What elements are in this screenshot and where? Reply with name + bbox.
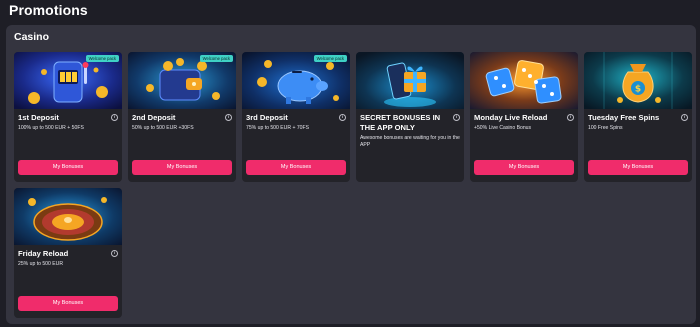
card-title: Friday Reload (18, 249, 69, 258)
roulette-image (14, 188, 122, 245)
my-bonuses-button[interactable]: My Bonuses (588, 160, 688, 175)
section-title: Casino (14, 31, 50, 43)
card-description: 50% up to 500 EUR +30FS (132, 125, 194, 131)
info-icon[interactable]: i (453, 114, 460, 121)
card-description: 25% up to 500 EUR (18, 261, 64, 267)
card-title: 1st Deposit (18, 113, 59, 122)
card-title: Monday Live Reload (474, 113, 548, 122)
welcome-pack-badge: Welcome pack (85, 55, 119, 62)
info-icon[interactable]: i (339, 114, 346, 121)
my-bonuses-button[interactable]: My Bonuses (132, 160, 232, 175)
promo-card-secret-bonuses[interactable]: SECRET BONUSES IN THE APP ONLY i Awesome… (356, 52, 464, 182)
my-bonuses-button[interactable]: My Bonuses (474, 160, 574, 175)
info-icon[interactable]: i (111, 114, 118, 121)
dice-image (470, 52, 578, 109)
promo-card-monday-live-reload[interactable]: Monday Live Reload i +50% Live Casino Bo… (470, 52, 578, 182)
card-description: +50% Live Casino Bonus (474, 125, 532, 131)
promo-card-3rd-deposit[interactable]: Welcome pack 3rd Deposit i 75% up to 500… (242, 52, 350, 182)
svg-text:$: $ (635, 85, 641, 95)
info-icon[interactable]: i (111, 250, 118, 257)
page-title: Promotions (9, 2, 88, 18)
promo-card-tuesday-free-spins[interactable]: $ Tuesday Free Spins i 100 Free Spins My… (584, 52, 692, 182)
card-title: SECRET BONUSES IN THE APP ONLY (360, 113, 441, 132)
welcome-pack-badge: Welcome pack (199, 55, 233, 62)
card-title: Tuesday Free Spins (588, 113, 660, 122)
card-description: 100% up to 500 EUR + 50FS (18, 125, 84, 131)
my-bonuses-button[interactable]: My Bonuses (18, 160, 118, 175)
info-icon[interactable]: i (567, 114, 574, 121)
promo-card-2nd-deposit[interactable]: Welcome pack 2nd Deposit i 50% up to 500… (128, 52, 236, 182)
card-description: 75% up to 500 EUR + 70FS (246, 125, 310, 131)
card-title: 2nd Deposit (132, 113, 176, 122)
card-description: Awesome bonuses are waiting for you in t… (360, 135, 460, 148)
money-bag-image: $ (584, 52, 692, 109)
card-title: 3rd Deposit (246, 113, 288, 122)
my-bonuses-button[interactable]: My Bonuses (246, 160, 346, 175)
info-icon[interactable]: i (681, 114, 688, 121)
my-bonuses-button[interactable]: My Bonuses (18, 296, 118, 311)
phone-gift-image (356, 52, 464, 109)
info-icon[interactable]: i (225, 114, 232, 121)
promo-card-friday-reload[interactable]: Friday Reload i 25% up to 500 EUR My Bon… (14, 188, 122, 318)
casino-promotions-panel: Casino Welcome pack 1st Deposit i 100% u… (6, 25, 696, 324)
promo-card-1st-deposit[interactable]: Welcome pack 1st Deposit i 100% up to 50… (14, 52, 122, 182)
welcome-pack-badge: Welcome pack (313, 55, 347, 62)
card-description: 100 Free Spins (588, 125, 623, 131)
